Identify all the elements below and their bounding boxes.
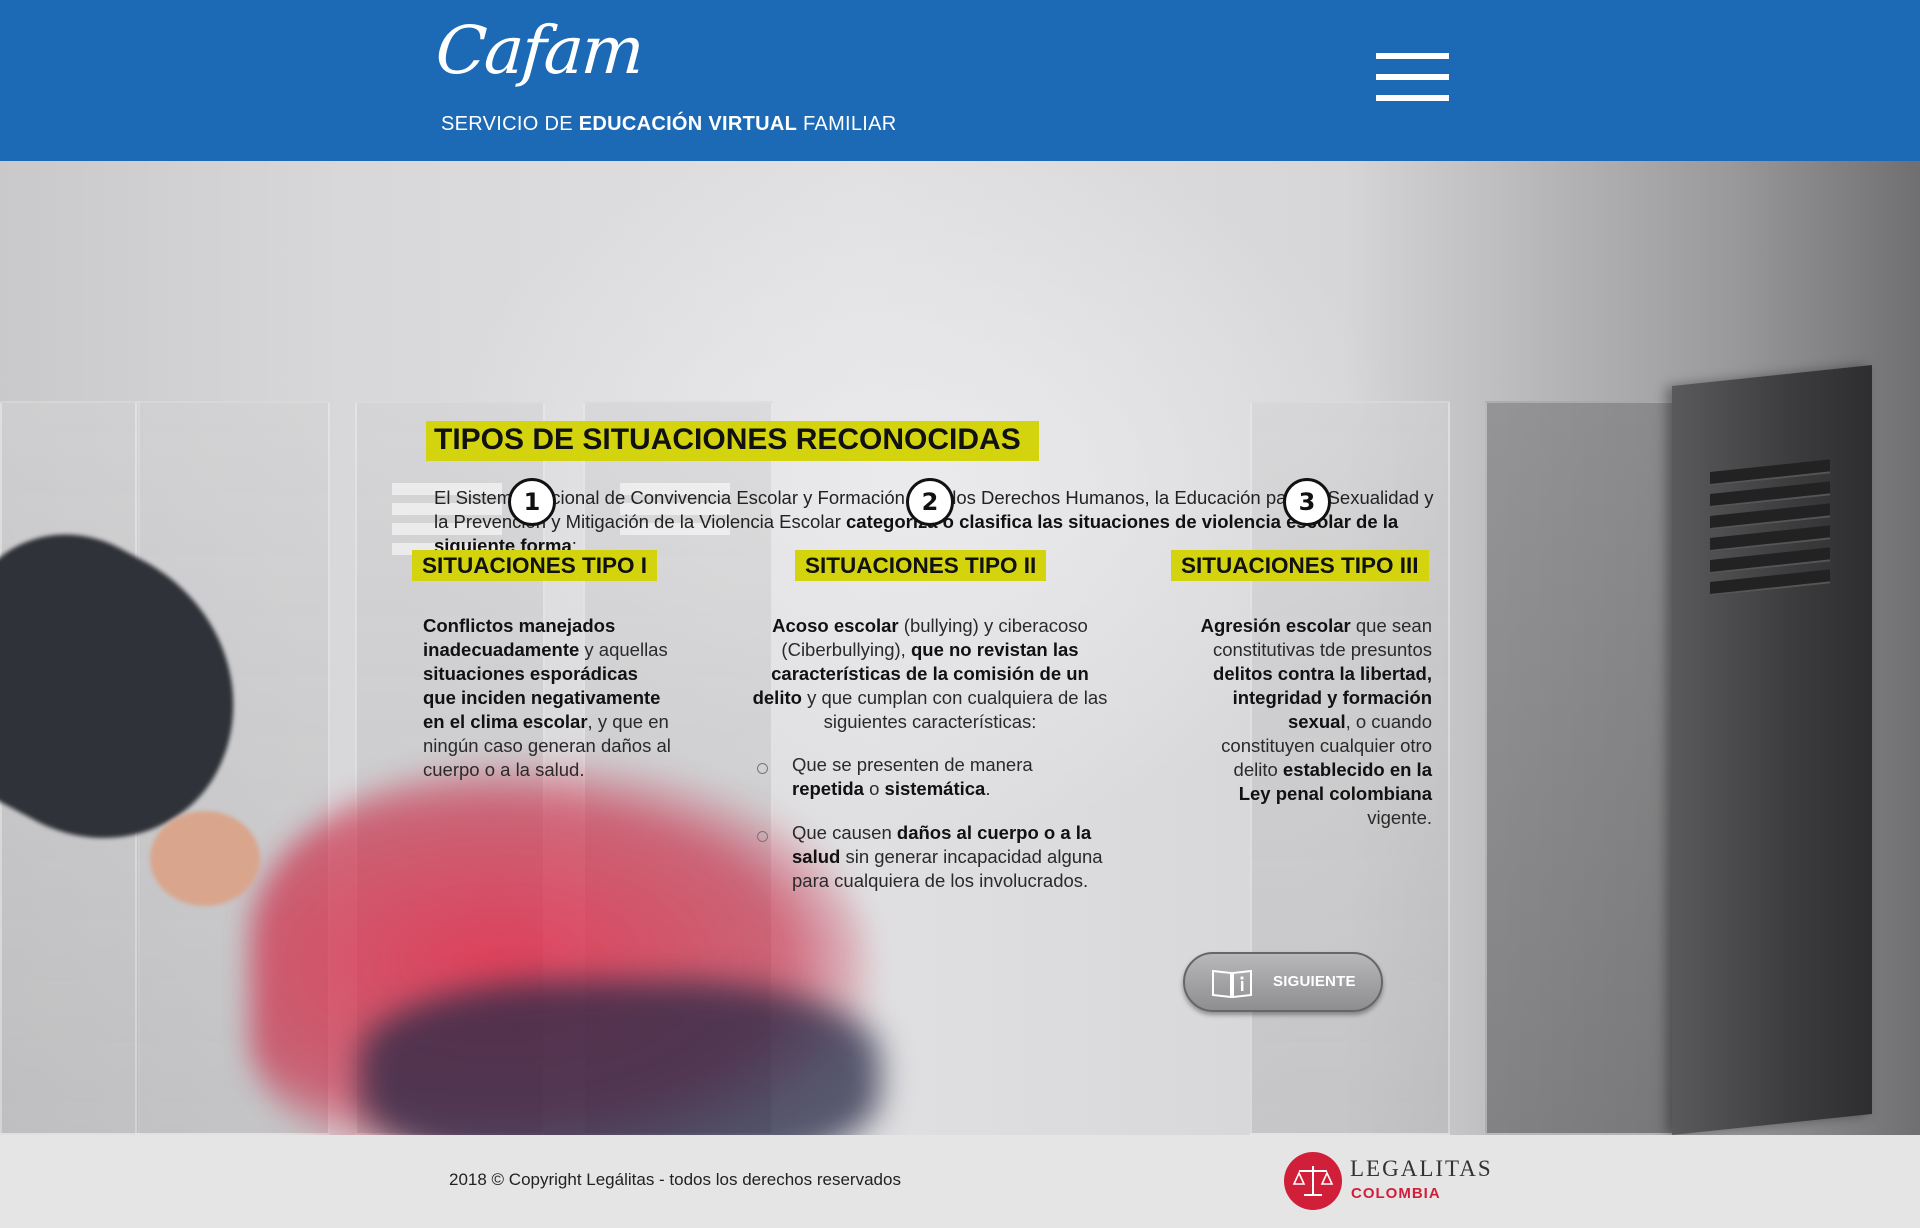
step-number-1: 1 xyxy=(508,478,556,526)
column-title-tipo-3: SITUACIONES TIPO III xyxy=(1171,550,1429,581)
scales-of-justice-icon xyxy=(1284,1152,1342,1210)
locker-bg xyxy=(1485,401,1675,1135)
hero-section: TIPOS DE SITUACIONES RECONOCIDAS El Sist… xyxy=(0,161,1920,1135)
bullet-icon xyxy=(757,831,768,842)
next-button[interactable]: SIGUIENTE xyxy=(1183,952,1383,1012)
background-figure-lower xyxy=(360,981,880,1135)
next-button-label: SIGUIENTE xyxy=(1273,973,1356,990)
tagline-bold-text: EDUCACIÓN VIRTUAL xyxy=(578,113,798,135)
cafam-logo[interactable]: Cafam xyxy=(433,12,645,89)
bullet-icon xyxy=(757,763,768,774)
list-item: Que se presenten de manera repetida o si… xyxy=(792,754,1033,799)
open-locker-door xyxy=(1672,364,1872,1135)
column-title-tipo-2: SITUACIONES TIPO II xyxy=(795,550,1047,581)
column-text-tipo-2: Acoso escolar (bullying) y ciberacoso (C… xyxy=(752,615,1108,732)
brand-subtitle: COLOMBIA xyxy=(1351,1185,1441,1202)
site-tagline: SERVICIO DE EDUCACIÓN VIRTUAL FAMILIAR xyxy=(441,113,897,136)
background-hand xyxy=(150,811,260,906)
step-number-3: 3 xyxy=(1283,478,1331,526)
hamburger-menu-icon[interactable] xyxy=(1376,53,1449,107)
page-title: TIPOS DE SITUACIONES RECONOCIDAS xyxy=(426,421,1039,461)
list-item: Que causen daños al cuerpo o a la salud … xyxy=(792,822,1103,891)
copyright-text: 2018 © Copyright Legálitas - todos los d… xyxy=(449,1170,901,1189)
book-info-icon xyxy=(1212,969,1252,999)
column-text-tipo-3: Agresión escolar que sean constitutivas … xyxy=(1200,615,1432,828)
step-number-2: 2 xyxy=(906,478,954,526)
site-header: Cafam SERVICIO DE EDUCACIÓN VIRTUAL FAMI… xyxy=(0,0,1920,161)
tagline-text-end: FAMILIAR xyxy=(797,113,897,135)
legalitas-logo[interactable]: LEGALITAS COLOMBIA xyxy=(1284,1152,1504,1212)
site-footer: 2018 © Copyright Legálitas - todos los d… xyxy=(0,1135,1920,1228)
tagline-text: SERVICIO DE xyxy=(441,113,579,135)
brand-name: LEGALITAS xyxy=(1350,1156,1493,1181)
column-title-tipo-1: SITUACIONES TIPO I xyxy=(412,550,658,581)
column-text-tipo-1: Conflictos manejados inadecuadamente y a… xyxy=(423,615,671,780)
